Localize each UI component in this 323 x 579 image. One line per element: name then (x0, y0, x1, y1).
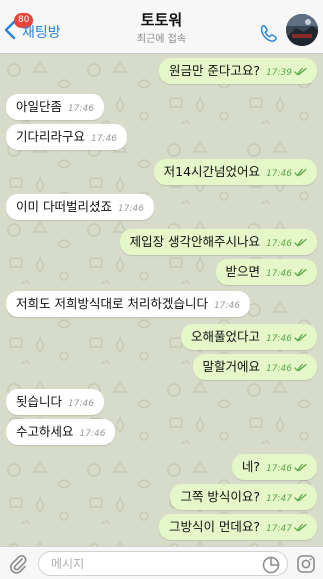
message-input[interactable] (38, 551, 288, 576)
message-text: 이미 다떠벌리셨죠 (16, 199, 112, 214)
double-check-icon (294, 238, 307, 247)
outgoing-message-bubble[interactable]: 그방식이 먼데요? 17:47 (158, 514, 317, 540)
double-check-icon (294, 463, 307, 472)
message-time: 17:39 (266, 68, 292, 78)
message-row: 저희도 저희방식대로 처리하겠습니다 17:46 (0, 291, 323, 317)
outgoing-message-bubble[interactable]: 원금만 준다고요? 17:39 (158, 58, 317, 84)
outgoing-message-bubble[interactable]: 말할거에요 17:46 (192, 354, 317, 380)
message-text: 아일단좀 (16, 99, 63, 114)
message-time: 17:47 (266, 494, 292, 504)
message-time: 17:47 (266, 524, 292, 534)
outgoing-message-bubble[interactable]: 받으면 17:46 (215, 259, 317, 285)
outgoing-message-bubble[interactable]: 저14시간넘었어요 17:46 (153, 159, 317, 185)
outgoing-message-bubble[interactable]: 그쪽 방식이요? 17:47 (170, 484, 317, 510)
message-text: 그쪽 방식이요? (180, 489, 261, 504)
message-text: 됫습니다 (16, 394, 63, 409)
double-check-icon (294, 523, 307, 532)
message-time: 17:46 (68, 104, 94, 114)
message-row: 저14시간넘었어요 17:46 (0, 159, 323, 185)
message-row: 네? 17:46 (0, 454, 323, 480)
message-row: 수고하세요 17:46 (0, 419, 323, 445)
message-time: 17:46 (79, 429, 106, 439)
sticker-icon[interactable] (262, 556, 280, 574)
message-text: 그방식이 먼데요? (168, 519, 261, 534)
composer-bar (0, 546, 323, 579)
message-text: 저희도 저희방식대로 처리하겠습니다 (16, 296, 208, 311)
paperclip-icon[interactable] (8, 553, 28, 575)
message-row: 그방식이 먼데요? 17:47 (0, 514, 323, 540)
message-text: 받으면 (225, 264, 261, 279)
outgoing-message-bubble[interactable]: 네? 17:46 (231, 454, 317, 480)
message-text: 오해풀었다고 (191, 329, 261, 344)
incoming-message-bubble[interactable]: 아일단좀 17:46 (6, 94, 104, 120)
double-check-icon (294, 168, 307, 177)
message-time: 17:46 (266, 269, 292, 279)
message-text: 원금만 준다고요? (168, 63, 261, 78)
incoming-message-bubble[interactable]: 기다리라구요 17:46 (6, 124, 127, 150)
incoming-message-bubble[interactable]: 이미 다떠벌리셨죠 17:46 (6, 194, 154, 220)
message-time: 17:46 (266, 464, 292, 474)
message-text: 수고하세요 (16, 424, 74, 439)
outgoing-message-bubble[interactable]: 오해풀었다고 17:46 (181, 324, 317, 350)
message-row: 말할거에요 17:46 (0, 354, 323, 380)
incoming-message-bubble[interactable]: 수고하세요 17:46 (6, 419, 116, 445)
message-row: 이미 다떠벌리셨죠 17:46 (0, 194, 323, 220)
message-text: 기다리라구요 (16, 129, 86, 144)
message-row: 아일단좀 17:46 (0, 94, 323, 120)
message-row: 제입장 생각안해주시나요 17:46 (0, 229, 323, 255)
message-time: 17:46 (266, 334, 292, 344)
message-row: 오해풀었다고 17:46 (0, 324, 323, 350)
camera-icon[interactable] (296, 554, 316, 574)
message-row: 그쪽 방식이요? 17:47 (0, 484, 323, 510)
message-text: 제입장 생각안해주시나요 (129, 234, 261, 249)
avatar[interactable] (286, 14, 318, 46)
message-time: 17:46 (266, 169, 292, 179)
message-row: 됫습니다 17:46 (0, 389, 323, 415)
message-time: 17:46 (91, 134, 117, 144)
phone-icon[interactable] (258, 23, 280, 45)
message-text: 네? (241, 459, 261, 474)
message-text: 말할거에요 (202, 359, 261, 374)
double-check-icon (294, 268, 307, 277)
message-time: 17:46 (68, 399, 94, 409)
message-text: 저14시간넘었어요 (163, 164, 261, 179)
message-time: 17:46 (213, 301, 240, 311)
message-row: 기다리라구요 17:46 (0, 124, 323, 150)
chat-header: 80 채팅방 토토워 최근에 접속 (0, 0, 323, 54)
message-time: 17:46 (117, 204, 144, 214)
message-row: 원금만 준다고요? 17:39 (0, 58, 323, 84)
outgoing-message-bubble[interactable]: 제입장 생각안해주시나요 17:46 (119, 229, 317, 255)
double-check-icon (294, 67, 307, 76)
message-time: 17:46 (266, 364, 292, 374)
incoming-message-bubble[interactable]: 저희도 저희방식대로 처리하겠습니다 17:46 (6, 291, 250, 317)
avatar-image (286, 14, 318, 46)
message-row: 받으면 17:46 (0, 259, 323, 285)
double-check-icon (294, 333, 307, 342)
message-list[interactable]: 원금만 준다고요? 17:39 아일단좀 17:46 기다리라구요 17:46 저14시간넘… (0, 54, 323, 546)
message-time: 17:46 (266, 239, 292, 249)
double-check-icon (294, 363, 307, 372)
incoming-message-bubble[interactable]: 됫습니다 17:46 (6, 389, 104, 415)
double-check-icon (294, 493, 307, 502)
